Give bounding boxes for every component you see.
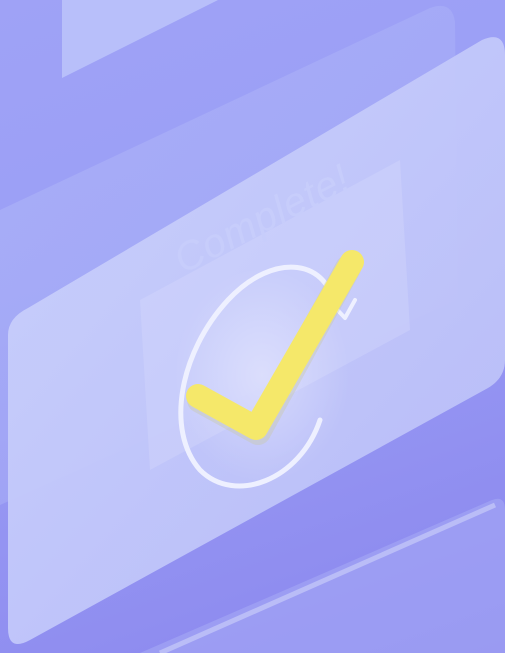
complete-illustration: Complete!: [0, 0, 505, 653]
isometric-panels: Complete!: [0, 0, 505, 653]
top-back-panel: [62, 0, 218, 78]
